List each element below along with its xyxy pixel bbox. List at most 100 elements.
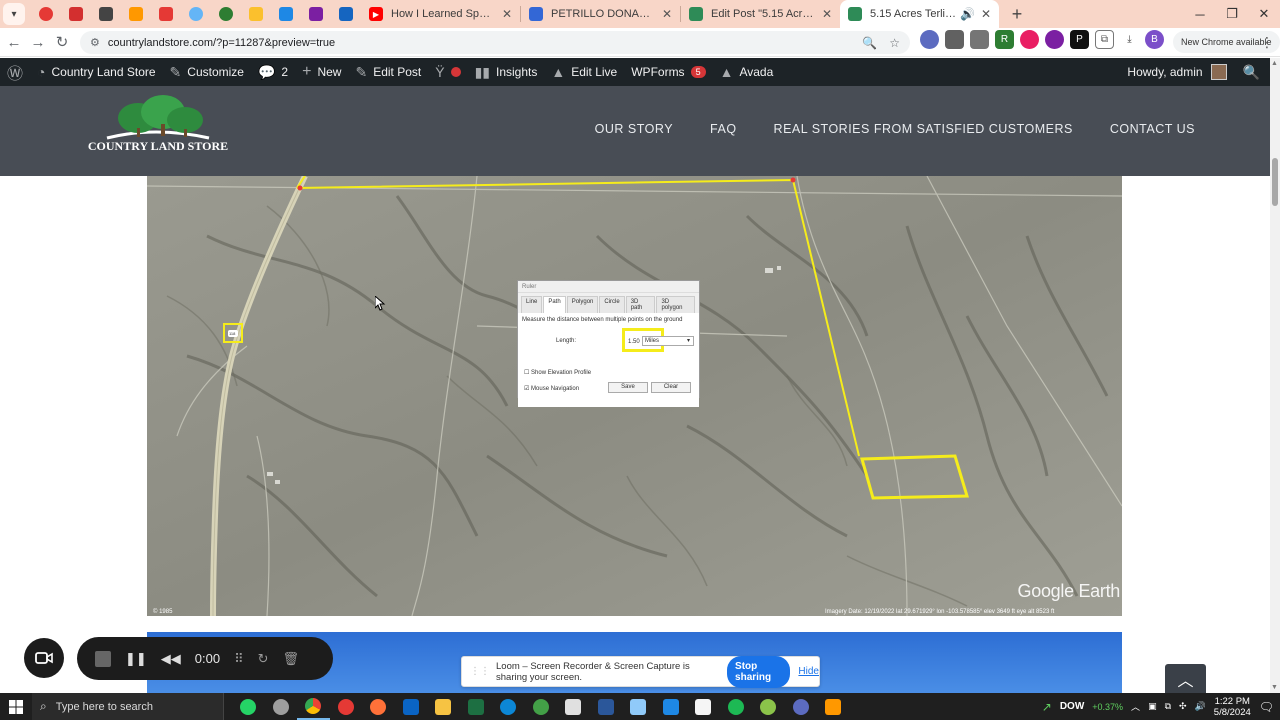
scroll-up-icon[interactable]: ▲ [1271, 60, 1278, 67]
extension-icon[interactable] [1045, 30, 1064, 49]
close-tab-icon[interactable]: ✕ [502, 7, 512, 21]
pinned-tab[interactable] [181, 0, 211, 28]
stop-recording-button[interactable] [95, 650, 111, 667]
pinned-tab[interactable] [241, 0, 271, 28]
howdy-label[interactable]: Howdy, admin [1127, 65, 1202, 79]
nav-contact-us[interactable]: CONTACT US [1110, 122, 1195, 136]
new-tab-button[interactable]: + [1003, 4, 1031, 25]
extension-icon[interactable]: R [995, 30, 1014, 49]
ruler-tab-line[interactable]: Line [521, 296, 543, 313]
search-icon[interactable]: 🔍 [1243, 64, 1260, 81]
scroll-down-icon[interactable]: ▼ [1271, 684, 1278, 691]
app-tray-icon[interactable]: ⧉ [1165, 701, 1171, 712]
browser-tab-active[interactable]: 5.15 Acres Terlingua Texas 🔊 ✕ [840, 0, 999, 28]
puzzle-icon[interactable]: ⧉ [1095, 30, 1114, 49]
ruler-tab-3d-polygon[interactable]: 3D polygon [656, 296, 695, 313]
nav-real-stories[interactable]: REAL STORIES FROM SATISFIED CUSTOMERS [774, 122, 1073, 136]
outlook-icon[interactable] [395, 693, 428, 720]
pinned-tab[interactable] [271, 0, 301, 28]
firefox-icon[interactable] [362, 693, 395, 720]
nav-faq[interactable]: FAQ [710, 122, 737, 136]
customize-link[interactable]: ✎ Customize [163, 58, 251, 86]
app-icon[interactable] [330, 693, 363, 720]
back-to-top-button[interactable]: ︿ [1165, 664, 1206, 694]
word-icon[interactable] [590, 693, 623, 720]
extension-icon[interactable]: P [1070, 30, 1089, 49]
drawing-grid-icon[interactable]: ⠿ [234, 651, 244, 667]
comments-link[interactable]: 💬 2 [251, 58, 295, 86]
loom-camera-button[interactable] [24, 638, 64, 678]
chevron-up-icon[interactable]: ︿ [1131, 700, 1140, 713]
show-elevation-checkbox[interactable]: ☐ Show Elevation Profile [524, 369, 591, 376]
volume-icon[interactable]: 🔊 [1195, 701, 1206, 712]
chrome-menu-icon[interactable]: ⋮ [1260, 34, 1274, 51]
address-bar[interactable]: ⚙ countrylandstore.com/?p=11287&preview=… [80, 31, 910, 54]
app-icon[interactable] [525, 693, 558, 720]
back-icon[interactable]: ← [2, 34, 26, 51]
close-window-icon[interactable]: ✕ [1248, 0, 1280, 28]
spotify-icon[interactable] [720, 693, 753, 720]
drag-handle-icon[interactable]: ⋮⋮ [470, 666, 490, 677]
speaker-icon[interactable]: 🔊 [960, 7, 975, 21]
edge-icon[interactable] [492, 693, 525, 720]
edit-live-link[interactable]: ▲ Edit Live [544, 58, 624, 86]
app-icon[interactable] [785, 693, 818, 720]
pinned-tab[interactable] [151, 0, 181, 28]
yoast-seo-link[interactable]: Ÿ [428, 58, 467, 86]
ruler-tab-polygon[interactable]: Polygon [566, 296, 599, 313]
app-icon[interactable] [655, 693, 688, 720]
rewind-icon[interactable]: ◀◀ [161, 651, 181, 667]
zoom-icon[interactable]: 🔍 [862, 36, 877, 50]
nav-our-story[interactable]: OUR STORY [595, 122, 673, 136]
restore-icon[interactable]: ❐ [1216, 0, 1248, 28]
minimize-icon[interactable]: ─ [1184, 0, 1216, 28]
pinned-tab[interactable] [31, 0, 61, 28]
app-icon[interactable] [622, 693, 655, 720]
chrome-icon[interactable] [297, 693, 330, 720]
restart-icon[interactable]: ↻ [258, 651, 269, 667]
hide-link[interactable]: Hide [798, 666, 819, 677]
scrollbar-thumb[interactable] [1272, 158, 1278, 206]
pinned-tab[interactable] [61, 0, 91, 28]
extension-icon[interactable] [920, 30, 939, 49]
close-tab-icon[interactable]: ✕ [822, 7, 832, 21]
trash-icon[interactable]: 🗑 [283, 651, 300, 667]
stop-sharing-button[interactable]: Stop sharing [727, 655, 791, 688]
pinned-tab[interactable] [91, 0, 121, 28]
network-icon[interactable]: ▣ [1148, 701, 1157, 712]
system-clock[interactable]: 1:22 PM 5/8/2024 [1214, 696, 1251, 718]
ruler-tab-circle[interactable]: Circle [599, 296, 625, 313]
download-icon[interactable]: ⤓ [1120, 30, 1139, 49]
start-button[interactable] [0, 693, 32, 720]
pinned-tab[interactable] [301, 0, 331, 28]
mouse-navigation-checkbox[interactable]: ☑ Mouse Navigation [524, 385, 579, 392]
browser-tab[interactable]: Edit Post "5.15 Acres Terlingua T ✕ [681, 0, 840, 28]
close-tab-icon[interactable]: ✕ [981, 7, 991, 21]
length-unit-select[interactable]: Miles ▾ [642, 336, 694, 346]
avada-link[interactable]: ▲ Avada [713, 58, 781, 86]
pinned-tab[interactable] [121, 0, 151, 28]
app-icon[interactable] [817, 693, 850, 720]
extension-icon[interactable] [970, 30, 989, 49]
close-tab-icon[interactable]: ✕ [662, 7, 672, 21]
browser-tab[interactable]: ▶ How I Learned Spanish in Less T ✕ [361, 0, 520, 28]
notifications-icon[interactable]: 🗨 [1259, 700, 1274, 714]
site-name-link[interactable]: ◔ Country Land Store [30, 58, 163, 86]
ruler-tab-3d-path[interactable]: 3D path [625, 296, 656, 313]
forward-icon[interactable]: → [26, 34, 50, 51]
wpforms-link[interactable]: WPForms 5 [624, 58, 712, 86]
ruler-save-button[interactable]: Save [608, 382, 648, 393]
pause-icon[interactable]: ❚❚ [125, 651, 147, 667]
excel-icon[interactable] [460, 693, 493, 720]
new-content-link[interactable]: + New [295, 58, 348, 86]
ruler-tab-path[interactable]: Path [543, 296, 566, 313]
browser-tab[interactable]: PETRILLO DONALD J AND AME ✕ [521, 0, 680, 28]
edit-post-link[interactable]: ✎ Edit Post [348, 58, 428, 86]
profile-avatar[interactable]: B [1145, 30, 1164, 49]
app-icon[interactable] [752, 693, 785, 720]
site-info-icon[interactable]: ⚙ [90, 36, 100, 49]
reload-icon[interactable]: ↻ [50, 33, 74, 51]
wordpress-logo[interactable]: Ⓦ [0, 58, 30, 86]
ticker-name[interactable]: DOW [1060, 701, 1084, 712]
app-icon[interactable] [265, 693, 298, 720]
